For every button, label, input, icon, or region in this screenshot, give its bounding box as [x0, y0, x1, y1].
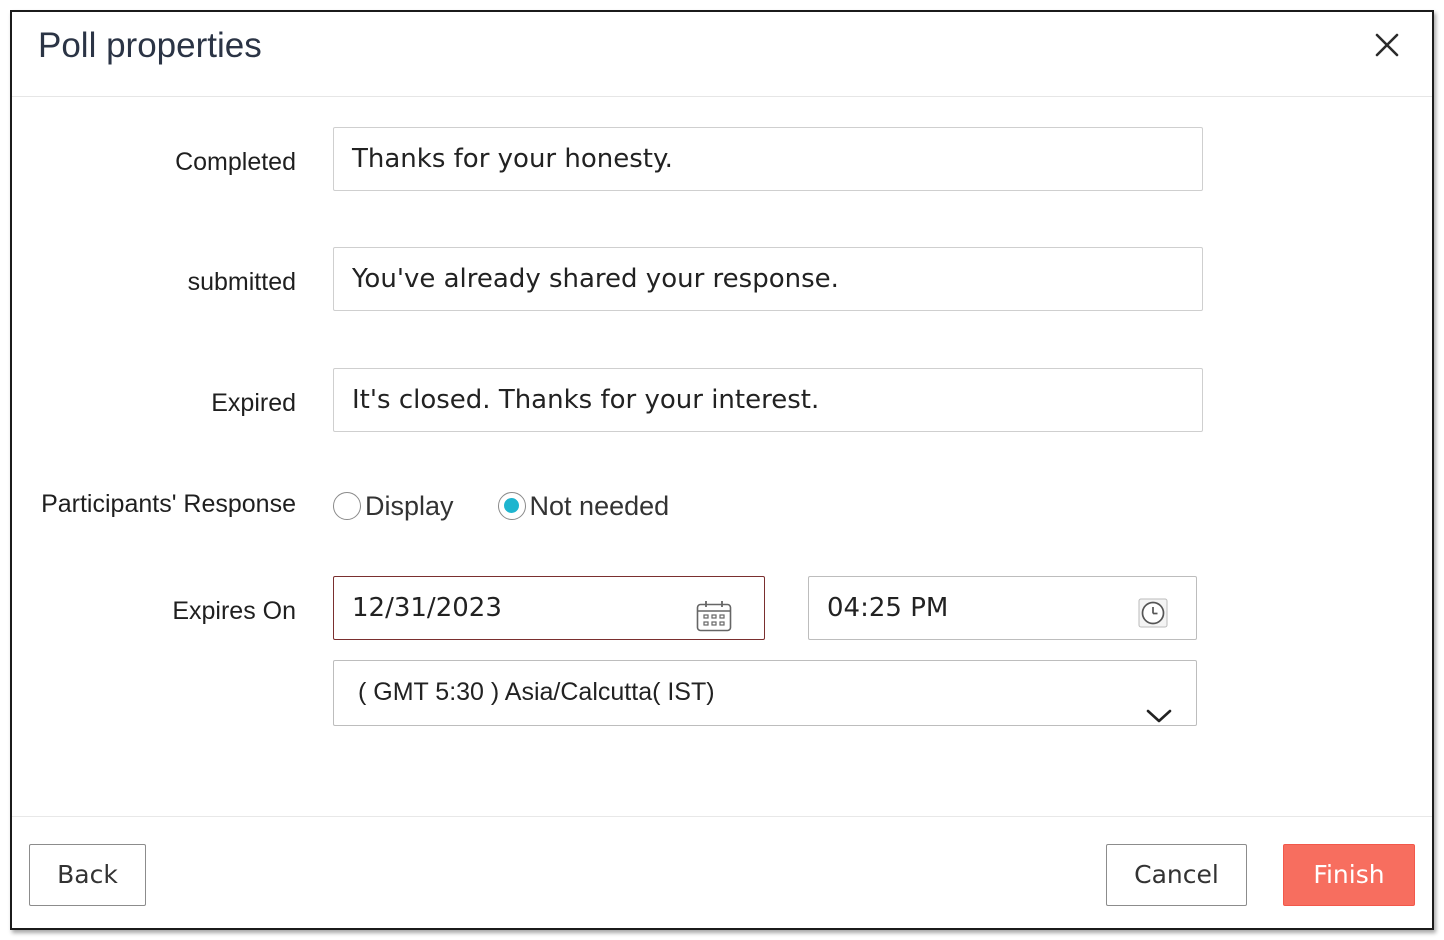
- timezone-value: ( GMT 5:30 ) Asia/Calcutta( IST): [358, 678, 715, 706]
- completed-message-input[interactable]: Thanks for your honesty.: [333, 127, 1203, 191]
- radio-option-display[interactable]: Display: [333, 491, 454, 522]
- expiry-date-value: 12/31/2023: [352, 593, 502, 623]
- participants-response-radio-group: Display Not needed: [333, 486, 713, 526]
- chevron-down-icon: [1146, 685, 1172, 747]
- footer-divider: [12, 816, 1432, 817]
- completed-label: Completed: [175, 148, 296, 176]
- radio-display-label: Display: [365, 490, 454, 521]
- expiry-time-input[interactable]: 04:25 PM: [808, 576, 1197, 640]
- expired-message-input[interactable]: It's closed. Thanks for your interest.: [333, 368, 1203, 432]
- radio-not-needed[interactable]: [497, 492, 526, 520]
- expiry-time-value: 04:25 PM: [827, 593, 949, 623]
- submitted-message-input[interactable]: You've already shared your response.: [333, 247, 1203, 311]
- participants-response-label: Participants' Response: [41, 490, 296, 518]
- dialog-title: Poll properties: [38, 26, 262, 65]
- expiry-date-input[interactable]: 12/31/2023: [333, 576, 765, 640]
- submitted-label: submitted: [187, 268, 296, 296]
- cancel-button[interactable]: Cancel: [1106, 844, 1247, 906]
- radio-option-not-needed[interactable]: Not needed: [497, 490, 670, 522]
- expires-on-label: Expires On: [172, 597, 296, 625]
- radio-display[interactable]: [333, 492, 361, 520]
- finish-button[interactable]: Finish: [1283, 844, 1415, 906]
- close-icon[interactable]: [1372, 30, 1402, 60]
- radio-not-needed-label: Not needed: [529, 490, 670, 521]
- timezone-select[interactable]: ( GMT 5:30 ) Asia/Calcutta( IST): [333, 660, 1197, 726]
- back-button[interactable]: Back: [29, 844, 146, 906]
- expired-label: Expired: [211, 389, 296, 417]
- clock-icon[interactable]: [1138, 589, 1168, 651]
- calendar-icon[interactable]: [696, 593, 732, 655]
- dialog-header: Poll properties: [12, 12, 1432, 97]
- poll-properties-dialog: Poll properties Completed Thanks for you…: [10, 10, 1434, 930]
